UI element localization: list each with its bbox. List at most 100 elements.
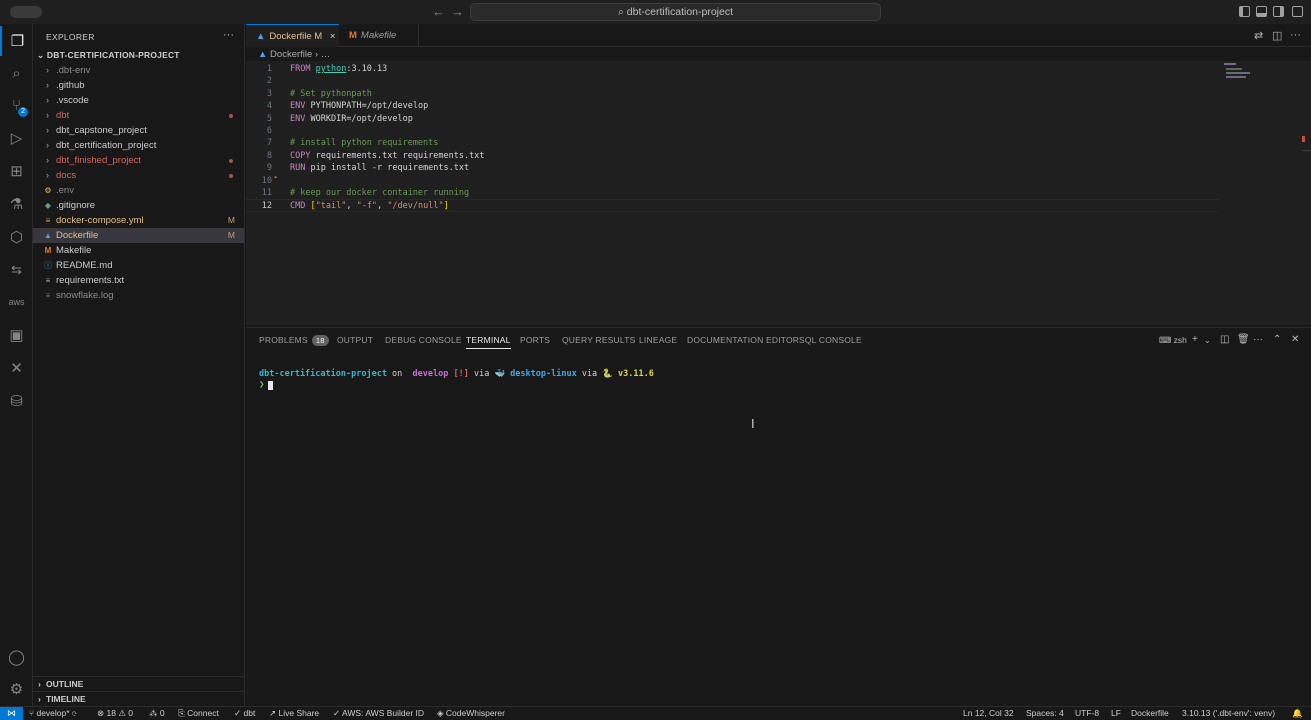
comment: # keep our docker container running — [290, 188, 470, 198]
terminal-branch: develop — [407, 369, 449, 379]
terminal-shell-selector[interactable]: ⌨ zsh — [1159, 335, 1187, 346]
tree-item-dbt-certification-project[interactable]: › dbt_certification_project — [33, 138, 244, 153]
more-actions-icon[interactable]: ··· — [1290, 29, 1301, 41]
more-actions-icon[interactable]: ··· — [223, 29, 234, 41]
tree-item-label: dbt_finished_project — [56, 155, 142, 166]
search-icon[interactable]: ⌕ — [0, 58, 33, 88]
end-of-line[interactable]: LF — [1111, 708, 1121, 718]
tab-query-results[interactable]: QUERY RESULTS — [562, 335, 635, 345]
tree-item-dbt[interactable]: › dbt — [33, 108, 244, 123]
tree-item-dbt-env[interactable]: › .dbt-env — [33, 63, 244, 78]
connect-status[interactable]: ⎘ Connect — [178, 708, 219, 719]
branch-status[interactable]: ⑂ develop* ⟳ — [29, 708, 77, 718]
tree-item-docs[interactable]: › docs — [33, 168, 244, 183]
tab-ports[interactable]: PORTS — [520, 335, 550, 345]
tab-sql-console[interactable]: SQL CONSOLE — [799, 335, 862, 345]
database-icon[interactable]: ⛁ — [0, 386, 33, 416]
customize-layout-icon[interactable] — [1292, 6, 1303, 17]
tree-item-label: docs — [56, 170, 77, 181]
dbt-status[interactable]: ✓ dbt — [234, 708, 255, 719]
back-arrow-icon[interactable]: ← — [432, 4, 445, 19]
docker-icon[interactable]: ▣ — [0, 320, 33, 350]
warning-icon: ⚠ — [115, 708, 129, 718]
language-mode[interactable]: Dockerfile — [1131, 708, 1169, 718]
dbt-label: dbt — [243, 708, 256, 718]
close-icon[interactable]: × — [330, 31, 336, 42]
tree-item-label: requirements.txt — [56, 275, 125, 286]
encoding[interactable]: UTF-8 — [1075, 708, 1099, 718]
code-editor[interactable]: 1 FROM python:3.10.13 2 3 # Set pythonpath… — [246, 61, 1311, 325]
tab-dockerfile[interactable]: ▲ Dockerfile M × — [246, 24, 339, 47]
tab-documentation-editor[interactable]: DOCUMENTATION EDITOR — [687, 335, 799, 345]
minimap[interactable] — [1222, 63, 1254, 79]
window-controls[interactable] — [10, 6, 42, 18]
line-number: 11 — [261, 188, 272, 198]
more-actions-icon[interactable]: ··· — [1253, 334, 1263, 345]
live-share-status[interactable]: ↗ Live Share — [269, 708, 319, 719]
open-changes-icon[interactable]: ⇄ — [1254, 29, 1263, 42]
tree-item-label: Makefile — [56, 245, 92, 256]
project-root-folder[interactable]: ⌄ DBT-CERTIFICATION-PROJECT — [37, 50, 180, 61]
tab-output[interactable]: OUTPUT — [337, 335, 373, 345]
tree-item-snowflake-log[interactable]: ≡ snowflake.log — [33, 288, 244, 303]
chevron-down-icon[interactable]: ⌄ — [1204, 336, 1211, 345]
cloud-sync-icon[interactable]: ⇆ — [0, 255, 33, 285]
indentation[interactable]: Spaces: 4 — [1026, 708, 1064, 718]
remote-explorer-icon[interactable]: ⬡ — [0, 222, 33, 252]
tree-item-requirements[interactable]: ≡ requirements.txt — [33, 273, 244, 288]
toggle-secondary-sidebar-icon[interactable] — [1273, 6, 1284, 17]
tree-item-github[interactable]: › .github — [33, 78, 244, 93]
toggle-panel-icon[interactable] — [1256, 6, 1267, 17]
tree-item-dbt-capstone-project[interactable]: › dbt_capstone_project — [33, 123, 244, 138]
remote-indicator-icon[interactable]: ⋈ — [0, 707, 23, 720]
problems-status[interactable]: ⊗ 18 ⚠ 0 — [97, 708, 133, 719]
tab-problems[interactable]: PROBLEMS 18 — [259, 335, 329, 346]
new-terminal-icon[interactable]: + — [1192, 334, 1198, 345]
breadcrumb-file[interactable]: Dockerfile — [270, 49, 312, 60]
run-debug-icon[interactable]: ▷ — [0, 123, 33, 153]
aws-icon[interactable]: aws — [0, 287, 33, 317]
command-center-label: dbt-certification-project — [626, 6, 734, 18]
testing-icon[interactable]: ⚗ — [0, 189, 33, 219]
notifications-bell-icon[interactable]: 🔔 — [1292, 708, 1303, 719]
outline-section[interactable]: › OUTLINE — [33, 676, 244, 691]
split-editor-icon[interactable]: ◫ — [1272, 29, 1282, 42]
source-control-icon[interactable]: ⑂ 2 — [0, 90, 33, 120]
aws-status[interactable]: ✓ AWS: AWS Builder ID — [333, 708, 424, 719]
breadcrumb-rest[interactable]: … — [321, 49, 331, 60]
tree-item-label: .github — [56, 80, 85, 91]
timeline-section[interactable]: › TIMELINE — [33, 691, 244, 706]
info-status[interactable]: ⁂ 0 — [149, 708, 165, 719]
settings-gear-icon[interactable]: ⚙ — [0, 674, 33, 704]
terminal-prompt-line: dbt-certification-project on develop [!]… — [259, 369, 654, 379]
tree-item-dockerfile[interactable]: ▲ Dockerfile M — [33, 228, 244, 243]
maximize-panel-icon[interactable]: ⌃ — [1273, 334, 1281, 345]
account-icon[interactable]: ◯ — [0, 642, 33, 672]
trash-icon[interactable]: 🗑 — [1237, 334, 1250, 345]
tab-lineage[interactable]: LINEAGE — [639, 335, 677, 345]
tree-item-readme[interactable]: ⓘ README.md — [33, 258, 244, 273]
tree-item-docker-compose[interactable]: ≡ docker-compose.yml M — [33, 213, 244, 228]
codewhisperer-status[interactable]: ◈ CodeWhisperer — [437, 708, 505, 719]
plug-icon: ⎘ — [178, 708, 188, 718]
keyword: RUN — [290, 163, 306, 174]
tree-item-makefile[interactable]: M Makefile — [33, 243, 244, 258]
tab-makefile[interactable]: M Makefile — [339, 24, 419, 47]
x-extension-icon[interactable]: ✕ — [0, 353, 33, 383]
cursor-position[interactable]: Ln 12, Col 32 — [963, 708, 1014, 718]
tab-terminal[interactable]: TERMINAL — [466, 335, 511, 349]
tree-item-vscode[interactable]: › .vscode — [33, 93, 244, 108]
explorer-icon[interactable]: ❐ — [0, 26, 33, 56]
extensions-icon[interactable]: ⊞ — [0, 156, 33, 186]
tab-debug-console[interactable]: DEBUG CONSOLE — [385, 335, 462, 345]
python-interpreter[interactable]: 3.10.13 ('.dbt-env': venv) — [1182, 708, 1275, 718]
codewhisperer-icon: ◈ — [437, 708, 446, 718]
tree-item-dbt-finished-project[interactable]: › dbt_finished_project — [33, 153, 244, 168]
close-panel-icon[interactable]: ✕ — [1291, 334, 1299, 345]
command-center-search[interactable]: ⌕ dbt-certification-project — [470, 3, 881, 21]
forward-arrow-icon[interactable]: → — [451, 4, 464, 19]
tree-item-env[interactable]: ⚙ .env — [33, 183, 244, 198]
toggle-primary-sidebar-icon[interactable] — [1239, 6, 1250, 17]
split-terminal-icon[interactable]: ◫ — [1220, 334, 1229, 345]
tree-item-gitignore[interactable]: ◆ .gitignore — [33, 198, 244, 213]
